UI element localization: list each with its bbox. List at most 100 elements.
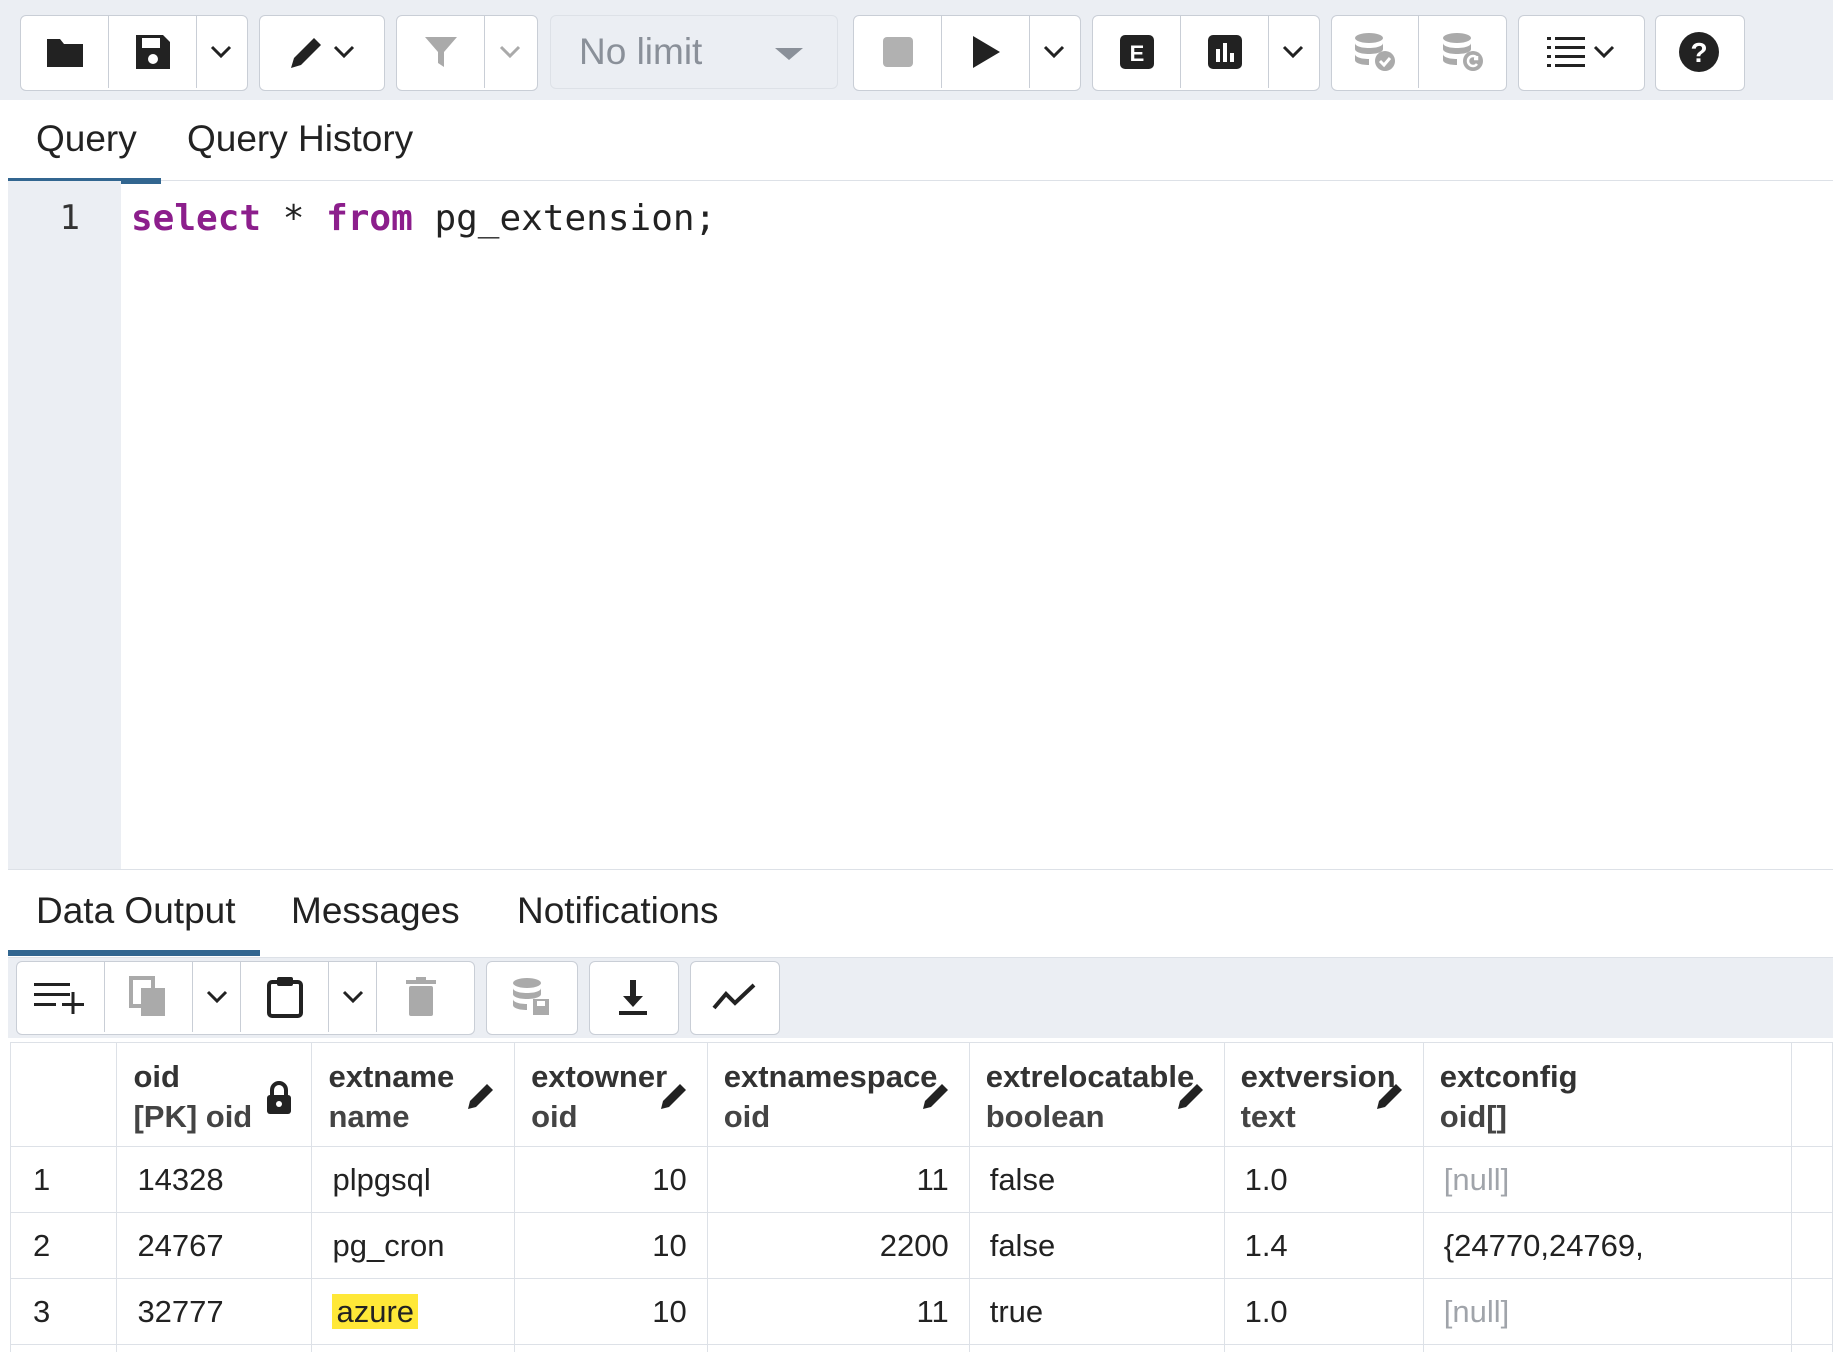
chevron-down-icon (333, 45, 355, 59)
tab-notifications[interactable]: Notifications (517, 890, 719, 932)
copy-options-dropdown[interactable] (193, 962, 241, 1032)
copy-button[interactable] (105, 962, 193, 1032)
cell-extrelocatable[interactable]: true (968, 1278, 1225, 1345)
help-button-group: ? (1655, 15, 1745, 91)
cell-extname[interactable]: azure (311, 1278, 516, 1345)
sql-editor[interactable] (121, 181, 1833, 869)
cell-extnamespace[interactable]: 11 (706, 1278, 970, 1345)
cell-overflow (1791, 1278, 1833, 1345)
table-row[interactable]: 1 14328 plpgsql 10 11 false 1.0 [null] (9, 1146, 1833, 1213)
rollback-button[interactable] (1419, 16, 1506, 88)
cell-oid[interactable]: 14328 (116, 1146, 313, 1213)
graph-visualiser-button[interactable] (691, 962, 777, 1032)
column-name: extversion (1240, 1059, 1396, 1094)
execute-options-dropdown[interactable] (1030, 16, 1078, 88)
folder-icon (46, 39, 83, 67)
commit-button[interactable] (1332, 16, 1419, 88)
help-button[interactable]: ? (1656, 16, 1742, 88)
edit-dropdown-button[interactable] (260, 16, 382, 88)
save-file-button[interactable] (109, 16, 197, 88)
filter-button[interactable] (397, 16, 485, 88)
column-header-oid[interactable]: oid [PK] oid (116, 1042, 313, 1147)
column-header-extowner[interactable]: extowner oid (514, 1042, 708, 1147)
header-row: oid [PK] oid extname name extowner oid e… (9, 1042, 1833, 1147)
cell-extname[interactable]: plpgsql (311, 1146, 516, 1213)
cell-extversion[interactable]: 1.4 (1223, 1212, 1424, 1279)
row-number[interactable]: 1 (9, 1146, 118, 1213)
filter-icon (424, 37, 457, 67)
pencil-icon[interactable] (659, 1081, 689, 1111)
explain-icon: E (1119, 35, 1154, 69)
row-limit-select[interactable]: No limit (550, 15, 838, 89)
execute-query-button[interactable] (942, 16, 1030, 88)
cell-extowner[interactable]: 10 (514, 1278, 708, 1345)
column-header-extversion[interactable]: extversion text (1223, 1042, 1424, 1147)
chevron-down-icon (1593, 45, 1614, 59)
column-name: extnamespace (723, 1059, 938, 1094)
cell (116, 1344, 313, 1352)
tab-messages[interactable]: Messages (291, 890, 460, 932)
column-type: oid (723, 1099, 771, 1134)
save-options-dropdown[interactable] (197, 16, 245, 88)
save-data-changes-button[interactable] (487, 962, 575, 1032)
pencil-icon[interactable] (466, 1081, 496, 1111)
tab-data-output[interactable]: Data Output (8, 890, 259, 956)
cell-extconfig[interactable]: [null] (1422, 1278, 1793, 1345)
cell-extrelocatable[interactable]: false (968, 1146, 1225, 1213)
pencil-icon[interactable] (921, 1081, 951, 1111)
explain-analyze-button[interactable] (1181, 16, 1269, 88)
cell-extowner[interactable]: 10 (514, 1212, 708, 1279)
line-chart-icon (712, 983, 756, 1010)
paste-options-dropdown[interactable] (329, 962, 377, 1032)
column-type: name (328, 1099, 410, 1134)
cell-extnamespace[interactable]: 2200 (706, 1212, 970, 1279)
chevron-down-icon (206, 990, 227, 1004)
column-header-extconfig[interactable]: extconfig oid[] (1422, 1042, 1793, 1147)
column-type: text (1240, 1099, 1296, 1134)
row-number[interactable]: 3 (9, 1278, 118, 1345)
paste-button[interactable] (241, 962, 329, 1032)
tab-query[interactable]: Query (8, 118, 161, 184)
cell-extname[interactable]: pg_cron (311, 1212, 516, 1279)
add-row-button[interactable] (17, 962, 105, 1032)
table-row[interactable]: 3 32777 azure 10 11 true 1.0 [null] (9, 1278, 1833, 1345)
chevron-down-icon (210, 45, 232, 59)
cell-oid[interactable]: 24767 (116, 1212, 313, 1279)
cell-extnamespace[interactable]: 11 (706, 1146, 970, 1213)
cell-extowner[interactable]: 10 (514, 1146, 708, 1213)
stop-query-button[interactable] (854, 16, 942, 88)
download-csv-button[interactable] (590, 962, 676, 1032)
delete-row-button[interactable] (377, 962, 465, 1032)
cell-extconfig[interactable]: [null] (1422, 1146, 1793, 1213)
explain-button[interactable]: E (1093, 16, 1181, 88)
tab-query-history[interactable]: Query History (187, 118, 413, 160)
row-number[interactable]: 2 (9, 1212, 118, 1279)
cell-extversion[interactable]: 1.0 (1223, 1146, 1424, 1213)
column-header-extname[interactable]: extname name (311, 1042, 516, 1147)
cell (514, 1344, 708, 1352)
macros-dropdown-button[interactable] (1519, 16, 1642, 88)
svg-text:E: E (1129, 41, 1144, 66)
svg-text:?: ? (1690, 37, 1707, 68)
cell (968, 1344, 1225, 1352)
open-file-button[interactable] (21, 16, 109, 88)
pencil-icon[interactable] (1375, 1081, 1405, 1111)
table-row[interactable]: 2 24767 pg_cron 10 2200 false 1.4 {24770… (9, 1212, 1833, 1279)
caret-down-icon (775, 48, 803, 60)
column-header-extrelocatable[interactable]: extrelocatable boolean (968, 1042, 1225, 1147)
column-type: oid (531, 1099, 578, 1134)
pencil-icon[interactable] (1176, 1081, 1206, 1111)
row-number (9, 1344, 118, 1352)
cell-extrelocatable[interactable]: false (968, 1212, 1225, 1279)
row-number-header[interactable] (9, 1042, 118, 1147)
cell-extconfig[interactable]: {24770,24769, (1422, 1212, 1793, 1279)
explain-options-dropdown[interactable] (1269, 16, 1317, 88)
column-header-extnamespace[interactable]: extnamespace oid (706, 1042, 970, 1147)
trash-icon (406, 977, 436, 1016)
cell-extversion[interactable]: 1.0 (1223, 1278, 1424, 1345)
cell-oid[interactable]: 32777 (116, 1278, 313, 1345)
filter-options-dropdown[interactable] (485, 16, 535, 88)
line-number: 1 (59, 198, 80, 238)
query-toolbar: No limit E ? (0, 0, 1833, 100)
download-group (589, 961, 679, 1035)
